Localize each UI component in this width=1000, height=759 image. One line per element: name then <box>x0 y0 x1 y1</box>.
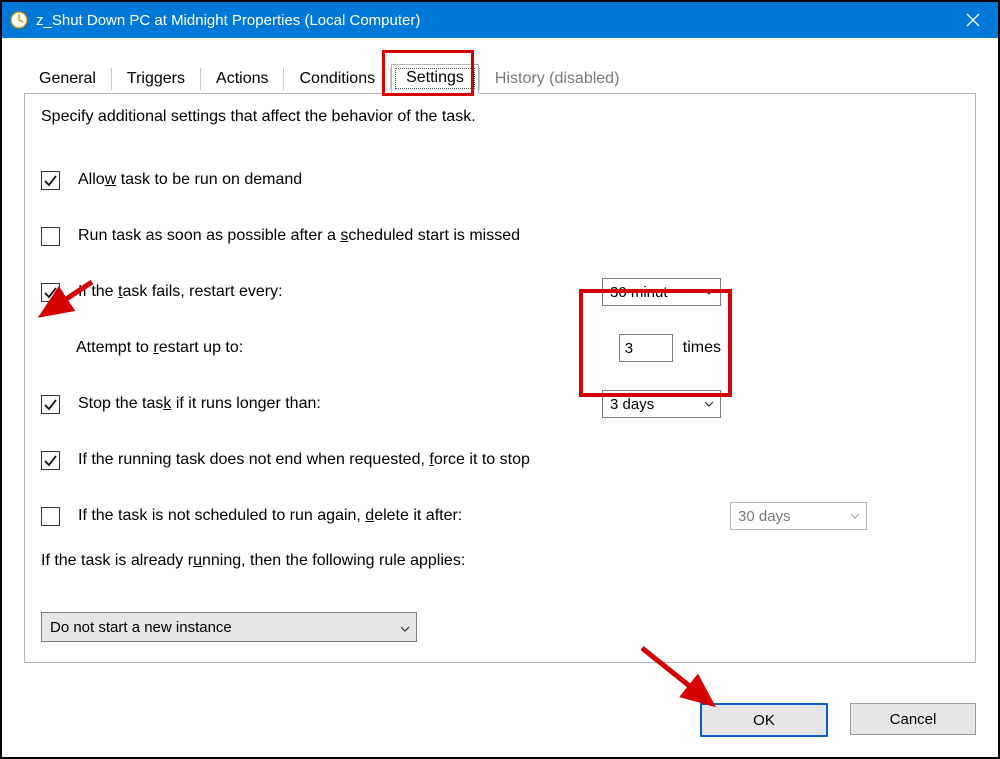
label-times: times <box>683 339 721 357</box>
tab-actions[interactable]: Actions <box>201 65 283 93</box>
cancel-button[interactable]: Cancel <box>850 703 976 735</box>
input-restart-count[interactable]: 3 <box>619 334 673 362</box>
client-area: General Triggers Actions Conditions Sett… <box>2 38 998 677</box>
label-rule-intro: If the task is already running, then the… <box>41 552 959 570</box>
combo-restart-interval[interactable]: 30 minut <box>602 278 721 306</box>
row-stop-longer: Stop the task if it runs longer than: 3 … <box>41 388 959 420</box>
label-run-asap: Run task as soon as possible after a sch… <box>78 227 520 245</box>
row-allow-on-demand: Allow task to be run on demand <box>41 164 959 196</box>
window-frame: z_Shut Down PC at Midnight Properties (L… <box>0 0 1000 759</box>
label-force-stop: If the running task does not end when re… <box>78 451 530 469</box>
tab-triggers[interactable]: Triggers <box>112 65 200 93</box>
button-bar: OK Cancel <box>700 703 976 737</box>
row-attempt-upto: Attempt to restart up to: 3 times <box>41 332 959 364</box>
settings-intro: Specify additional settings that affect … <box>41 108 959 126</box>
chevron-down-icon <box>848 513 862 519</box>
row-delete-after: If the task is not scheduled to run agai… <box>41 500 959 532</box>
checkbox-run-asap[interactable] <box>41 227 60 246</box>
row-restart-every: If the task fails, restart every: 30 min… <box>41 276 959 308</box>
checkbox-delete-after[interactable] <box>41 507 60 526</box>
settings-panel: Specify additional settings that affect … <box>24 94 976 663</box>
close-button[interactable] <box>948 2 998 38</box>
label-delete-after: If the task is not scheduled to run agai… <box>78 507 462 525</box>
combo-delete-after: 30 days <box>730 502 867 530</box>
ok-button[interactable]: OK <box>700 703 828 737</box>
close-icon <box>966 13 980 27</box>
label-attempt-upto: Attempt to restart up to: <box>76 339 243 357</box>
tab-conditions[interactable]: Conditions <box>284 65 390 93</box>
combo-stop-after[interactable]: 3 days <box>602 390 721 418</box>
checkbox-stop-longer[interactable] <box>41 395 60 414</box>
chevron-down-icon <box>702 401 716 407</box>
chevron-down-icon <box>400 619 410 636</box>
row-run-asap: Run task as soon as possible after a sch… <box>41 220 959 252</box>
checkbox-force-stop[interactable] <box>41 451 60 470</box>
titlebar[interactable]: z_Shut Down PC at Midnight Properties (L… <box>2 2 998 38</box>
tab-settings[interactable]: Settings <box>391 64 479 94</box>
label-stop-longer: Stop the task if it runs longer than: <box>78 395 321 413</box>
row-force-stop: If the running task does not end when re… <box>41 444 959 476</box>
checkbox-restart-every[interactable] <box>41 283 60 302</box>
checkbox-allow-on-demand[interactable] <box>41 171 60 190</box>
task-scheduler-icon <box>10 11 28 29</box>
chevron-down-icon <box>702 289 716 295</box>
window-title: z_Shut Down PC at Midnight Properties (L… <box>36 12 948 29</box>
label-allow-on-demand: Allow task to be run on demand <box>78 171 302 189</box>
tab-strip: General Triggers Actions Conditions Sett… <box>24 60 976 94</box>
combo-running-rule[interactable]: Do not start a new instance <box>41 612 417 642</box>
tab-history[interactable]: History (disabled) <box>480 65 634 93</box>
label-restart-every: If the task fails, restart every: <box>78 283 283 301</box>
tab-general[interactable]: General <box>24 65 111 93</box>
